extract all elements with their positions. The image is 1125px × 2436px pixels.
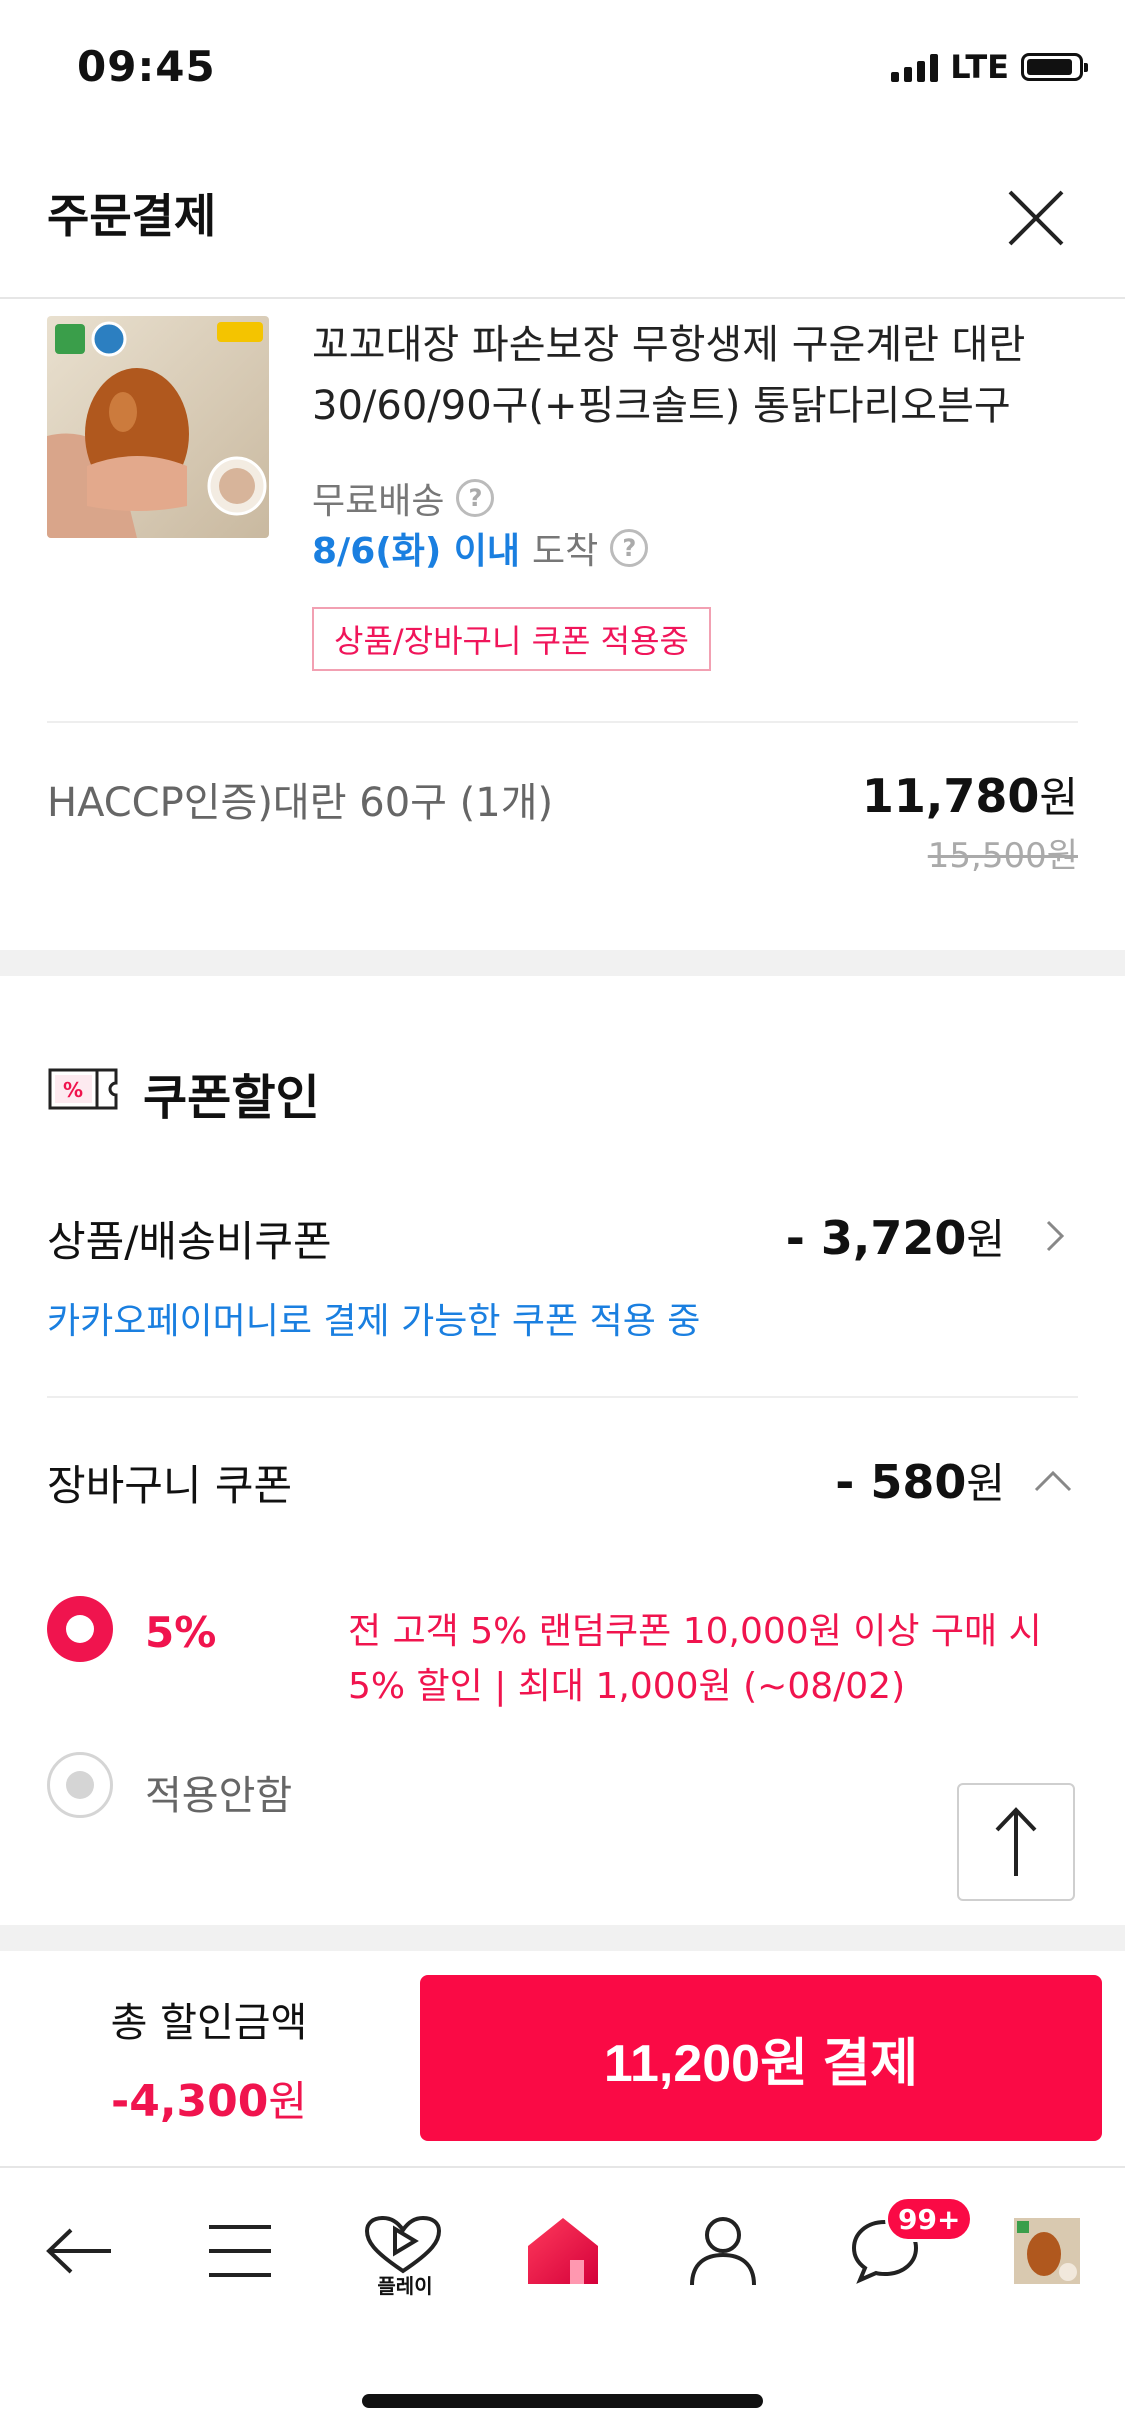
arrow-left-icon [46,2228,111,2274]
signal-icon [891,52,939,82]
header-divider [0,297,1125,299]
user-icon [690,2217,756,2286]
product-option: HACCP인증)대란 60구 (1개) [47,780,554,826]
coupon-percent[interactable]: 5% [145,1608,216,1657]
recent-product-button[interactable] [1002,2206,1092,2296]
status-indicators: LTE [891,48,1088,86]
section-separator [0,1925,1125,1951]
status-time: 09:45 [77,42,216,91]
back-button[interactable] [35,2206,125,2296]
recent-product-icon [1014,2218,1080,2284]
arrival-suffix: 도착 [532,531,599,572]
coupon-description[interactable]: 전 고객 5% 랜덤쿠폰 10,000원 이상 구매 시 5% 할인 | 최대 … [348,1604,1068,1714]
cart-coupon-label[interactable]: 장바구니 쿠폰 [47,1452,292,1513]
coupon-applied-badge: 상품/장바구니 쿠폰 적용중 [312,607,711,671]
home-icon [528,2218,598,2284]
original-price: 15,500원 [927,836,1078,876]
menu-icon [209,2225,271,2277]
help-icon[interactable]: ? [610,529,649,567]
coupon-section-title: 쿠폰할인 [143,1070,320,1126]
my-page-button[interactable] [678,2206,768,2296]
play-label: 플레이 [377,2274,433,2298]
bottom-nav [0,2166,1125,2336]
arrow-up-icon [995,1807,1037,1876]
total-discount-label: 총 할인금액 [110,2000,308,2046]
network-label: LTE [950,48,1009,86]
arrival-info: 8/6(화) 이내 도착 ? [312,522,649,574]
product-coupon-label[interactable]: 상품/배송비쿠폰 [47,1208,332,1269]
section-separator [0,950,1125,976]
scroll-top-button[interactable] [957,1783,1075,1901]
shipping-info: 무료배송 ? [312,472,495,524]
pay-button[interactable]: 11,200원 결제 [420,1975,1102,2141]
total-discount-amount: -4,300원 [110,2076,308,2127]
product-image[interactable] [47,316,269,538]
play-heart-icon [364,2215,442,2274]
svg-text:%: % [63,1078,83,1102]
close-button[interactable] [1000,182,1072,254]
coupon-radio-selected[interactable] [47,1596,113,1662]
product-coupon-amount[interactable]: - 3,720원 [786,1206,1005,1267]
home-indicator [362,2394,763,2408]
divider [47,721,1078,723]
coupon-icon: % [47,1067,119,1111]
menu-button[interactable] [195,2206,285,2296]
battery-icon [1021,53,1088,81]
help-icon[interactable]: ? [456,479,495,517]
product-coupon-note: 카카오페이머니로 결제 가능한 쿠폰 적용 중 [47,1301,701,1342]
home-button[interactable] [518,2206,608,2296]
no-coupon-label[interactable]: 적용안함 [145,1763,292,1821]
chevron-right-icon[interactable] [1040,1216,1070,1256]
page-title: 주문결제 [47,189,217,243]
arrival-date: 8/6(화) 이내 [312,531,521,572]
chat-badge: 99+ [885,2196,974,2242]
product-title[interactable]: 꼬꼬대장 파손보장 무항생제 구운계란 대란 30/60/90구(+핑크솔트) … [312,315,1092,437]
chevron-up-icon[interactable] [1030,1466,1076,1496]
shipping-label: 무료배송 [312,481,445,522]
divider [47,1396,1078,1398]
coupon-radio-none[interactable] [47,1752,113,1818]
close-icon [1008,190,1064,246]
cart-coupon-amount[interactable]: - 580원 [835,1450,1005,1511]
sale-price: 11,780원 [861,769,1078,823]
